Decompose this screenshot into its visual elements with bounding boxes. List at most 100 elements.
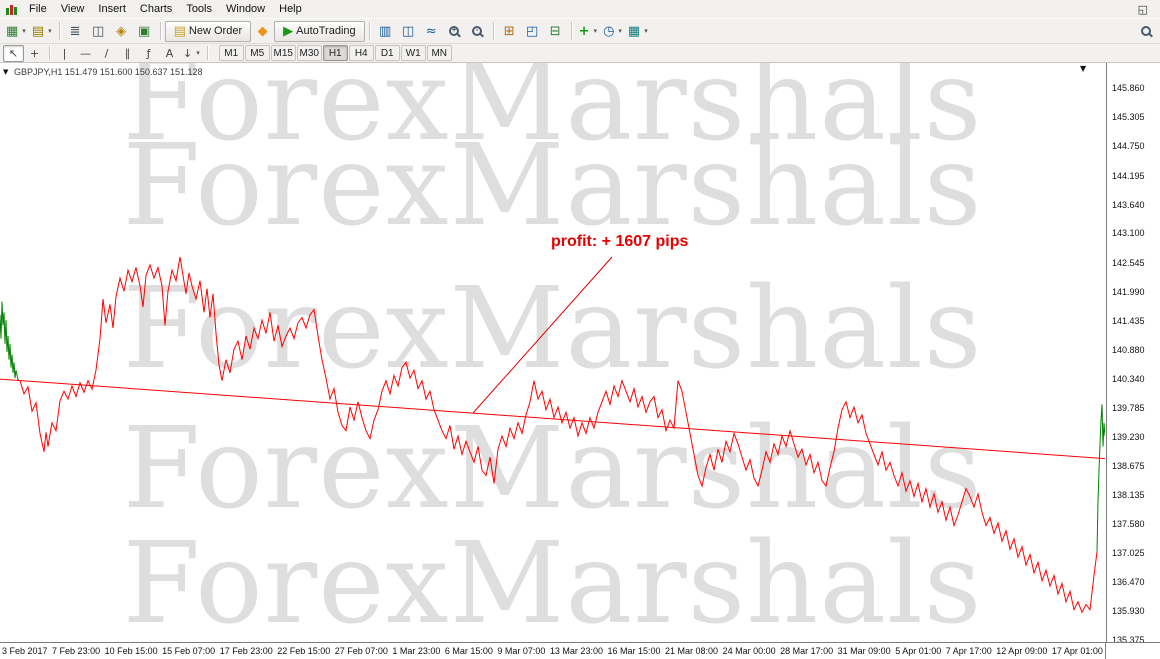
profit-annotation: profit: + 1607 pips	[551, 233, 689, 250]
profiles-button[interactable]: ▤ ▾	[29, 20, 55, 42]
line-chart-button[interactable]: ≈	[420, 20, 443, 42]
timeframe-w1-button[interactable]: W1	[400, 45, 426, 61]
horizontal-line-button[interactable]: —	[75, 45, 96, 62]
arrows-button[interactable]: ↓ ▾	[180, 45, 203, 62]
menu-item-insert[interactable]: Insert	[91, 2, 133, 16]
cursor-button[interactable]: ↖	[3, 44, 24, 62]
arrange-windows-icon: ⊟	[549, 23, 561, 39]
timeframe-m5-button[interactable]: M5	[244, 45, 270, 61]
indicators-button[interactable]: + ▾	[576, 20, 600, 42]
timeframe-m30-button[interactable]: M30	[296, 45, 322, 61]
price-tick-label: 135.930	[1112, 605, 1145, 616]
templates-button[interactable]: ▦ ▾	[625, 20, 651, 42]
chart-plot[interactable]: ForexMarshals ForexMarshals ForexMarshals F…	[0, 63, 1105, 642]
mt4-window: File View Insert Charts Tools Window Help ◱ ▦ ▾…	[0, 0, 1160, 659]
timeframe-m15-button[interactable]: M15	[270, 45, 296, 61]
channel-button[interactable]: ∥	[117, 45, 138, 62]
crosshair-button[interactable]: +	[24, 45, 45, 62]
bars-chart-button[interactable]: ▥	[374, 20, 397, 42]
timeframe-d1-button[interactable]: D1	[374, 45, 400, 61]
time-tick-label: 21 Mar 08:00	[665, 646, 719, 656]
trendline[interactable]	[0, 378, 1105, 460]
menu-item-tools[interactable]: Tools	[179, 2, 219, 16]
text-icon: A	[165, 46, 174, 60]
chart-canvas[interactable]	[0, 63, 1105, 642]
search-button[interactable]	[1134, 20, 1157, 42]
toolbar-separator	[368, 22, 370, 40]
new-order-button[interactable]: ▤ New Order	[164, 20, 252, 42]
dropdown-caret-icon: ▾	[196, 49, 200, 57]
annotation-pointer-line	[472, 256, 613, 414]
chart-corner-icon: ▼	[3, 68, 9, 76]
zoom-in-icon: +	[449, 25, 460, 36]
metaeditor-button[interactable]: ◆	[251, 20, 274, 42]
autotrading-icon: ▶	[283, 23, 294, 39]
price-tick-label: 141.435	[1112, 315, 1145, 326]
price-tick-label: 137.580	[1112, 518, 1145, 529]
price-tick-label: 142.545	[1112, 257, 1145, 268]
navigator-button[interactable]: ◈	[110, 20, 133, 42]
autotrading-button-label: AutoTrading	[296, 25, 356, 37]
series-closing-segment	[1096, 404, 1105, 552]
trendline-button[interactable]: /	[96, 45, 117, 62]
fibonacci-icon: ƒ	[146, 46, 151, 60]
chart-symbol-label: GBPJPY,H1 151.479 151.600 150.637 151.12…	[14, 67, 203, 77]
new-chart-button[interactable]: ▦ ▾	[3, 20, 29, 42]
price-tick-label: 144.750	[1112, 141, 1145, 152]
timeframe-h1-button[interactable]: H1	[322, 45, 348, 61]
series-price-line	[19, 256, 1098, 614]
periods-button[interactable]: ◷ ▾	[600, 20, 625, 42]
text-button[interactable]: A	[159, 45, 180, 62]
zoom-out-icon: -	[472, 25, 483, 36]
price-axis[interactable]: 145.860 145.305 144.750 144.195 143.640 143.1…	[1106, 63, 1160, 645]
menu-item-charts[interactable]: Charts	[133, 2, 179, 16]
autotrading-button[interactable]: ▶ AutoTrading	[274, 20, 365, 42]
candles-chart-icon: ◫	[401, 23, 415, 39]
menu-item-window[interactable]: Window	[219, 2, 272, 16]
time-tick-label: 13 Mar 23:00	[549, 646, 603, 656]
toolbar-separator	[570, 22, 572, 40]
tile-windows-button[interactable]: ⊞	[498, 20, 521, 42]
price-tick-label: 139.785	[1112, 402, 1145, 413]
terminal-button[interactable]: ▣	[133, 20, 156, 42]
price-tick-label: 139.230	[1112, 432, 1145, 443]
timeframe-m1-button[interactable]: M1	[218, 45, 244, 61]
time-tick-label: 10 Feb 15:00	[104, 646, 158, 656]
arrows-icon: ↓	[183, 46, 193, 60]
arrange-windows-button[interactable]: ⊟	[544, 20, 567, 42]
time-tick-label: 16 Mar 15:00	[607, 646, 661, 656]
cascade-windows-button[interactable]: ◰	[521, 20, 544, 42]
zoom-in-button[interactable]: +	[443, 20, 466, 42]
time-tick-label: 5 Apr 01:00	[895, 646, 942, 656]
window-restore-icon[interactable]: ◱	[1130, 3, 1156, 16]
toolbar-separator	[58, 22, 60, 40]
dropdown-caret-icon: ▾	[618, 27, 622, 35]
candles-chart-button[interactable]: ◫	[397, 20, 420, 42]
toolbar-separator	[49, 46, 50, 60]
toolbar-separator	[206, 46, 208, 60]
menu-item-view[interactable]: View	[54, 2, 92, 16]
time-tick-label: 7 Apr 17:00	[945, 646, 992, 656]
timeframe-mn-button[interactable]: MN	[426, 45, 452, 61]
market-watch-button[interactable]: ≣	[64, 20, 87, 42]
magnifier-sign: +	[451, 25, 457, 34]
zoom-out-button[interactable]: -	[466, 20, 489, 42]
fibonacci-button[interactable]: ƒ	[138, 45, 159, 62]
time-tick-label: 12 Apr 09:00	[996, 646, 1048, 656]
time-tick-label: 27 Feb 07:00	[334, 646, 388, 656]
chart-shift-marker-icon[interactable]: ▼	[1080, 64, 1086, 73]
vertical-line-button[interactable]: |	[54, 45, 75, 62]
time-tick-label: 24 Mar 00:00	[722, 646, 776, 656]
dropdown-caret-icon: ▾	[593, 27, 598, 35]
menu-item-help[interactable]: Help	[272, 2, 309, 16]
data-window-button[interactable]: ◫	[87, 20, 110, 42]
menu-item-file[interactable]: File	[22, 2, 54, 16]
time-tick-label: 31 Mar 09:00	[837, 646, 891, 656]
axis-corner	[1105, 642, 1160, 659]
crosshair-icon: +	[29, 46, 40, 60]
time-tick-label: 1 Mar 23:00	[392, 646, 441, 656]
time-axis[interactable]: 3 Feb 2017 7 Feb 23:00 10 Feb 15:00 15 Feb …	[0, 642, 1105, 659]
timeframe-h4-button[interactable]: H4	[348, 45, 374, 61]
market-watch-icon: ≣	[69, 23, 81, 39]
toolbar-right-group	[1134, 20, 1157, 42]
